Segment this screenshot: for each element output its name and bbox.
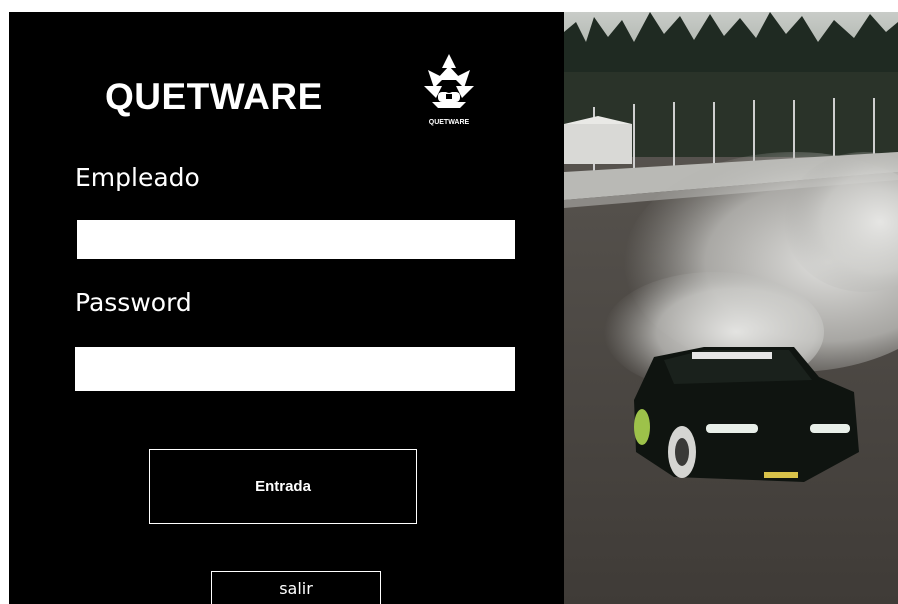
employee-label: Empleado: [75, 163, 200, 192]
logo-caption: QUETWARE: [428, 119, 470, 126]
password-label: Password: [75, 288, 192, 317]
brand-logo: QUETWARE: [414, 52, 484, 132]
password-input[interactable]: [75, 347, 515, 391]
lotus-icon: [424, 54, 474, 108]
drifting-car-photo: [564, 12, 898, 604]
login-panel: QUETWARE QUETWARE Empleado Password Entr…: [9, 12, 564, 604]
employee-input[interactable]: [75, 220, 515, 259]
brand-title: QUETWARE: [105, 76, 323, 117]
login-window: QUETWARE QUETWARE Empleado Password Entr…: [9, 12, 898, 604]
login-button[interactable]: Entrada: [149, 449, 417, 524]
exit-button[interactable]: salir: [211, 571, 381, 604]
